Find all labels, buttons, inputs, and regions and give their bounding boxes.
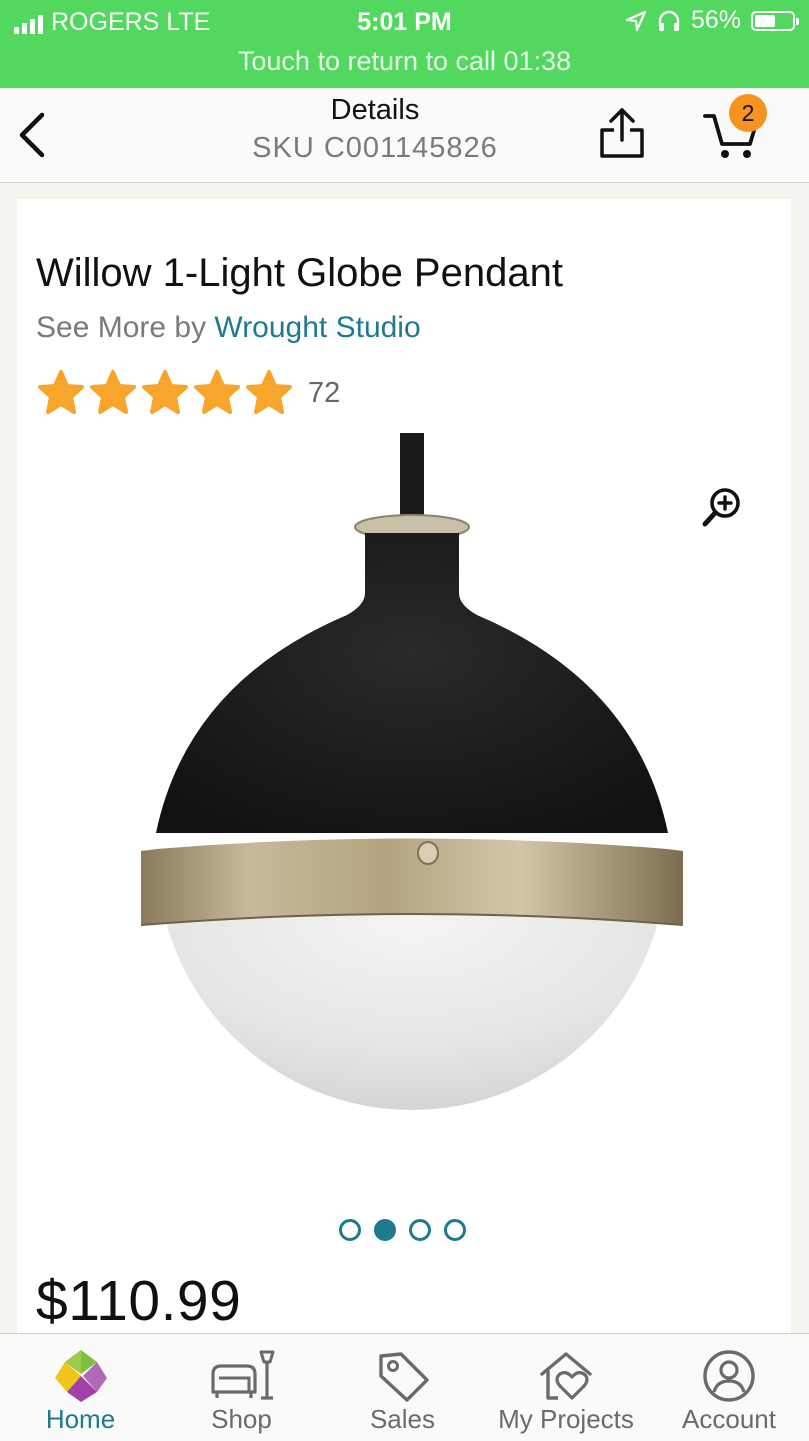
rating-stars[interactable]: 72 [36, 369, 340, 417]
battery-percent: 56% [690, 6, 741, 34]
account-icon [703, 1350, 755, 1402]
carousel-dot[interactable] [444, 1219, 466, 1241]
review-count: 72 [308, 376, 341, 409]
house-heart-icon [540, 1352, 592, 1400]
zoom-in-icon [702, 488, 740, 527]
tab-home[interactable]: Home [0, 1334, 161, 1441]
headphones-icon [658, 10, 680, 31]
see-more-line: See More by Wrought Studio [36, 311, 421, 345]
furniture-icon [210, 1350, 274, 1400]
status-bar: ROGERS LTE 5:01 PM 56% Touch to return t… [0, 0, 809, 88]
carousel-dot[interactable] [409, 1219, 431, 1241]
product-image[interactable] [137, 433, 687, 1145]
star-icon [142, 370, 188, 414]
tab-sales-label: Sales [369, 1404, 436, 1434]
share-button[interactable] [594, 106, 650, 162]
star-icon [194, 370, 240, 414]
zoom-in-button[interactable] [701, 487, 741, 529]
navigation-header: Details SKU C001145826 [0, 88, 809, 183]
battery-icon [751, 10, 799, 31]
brand-link[interactable]: Wrought Studio [214, 311, 420, 344]
tab-my-projects[interactable]: My Projects [483, 1334, 649, 1441]
tag-icon [378, 1352, 429, 1402]
carousel-dot[interactable] [339, 1219, 361, 1241]
tab-home-label: Home [45, 1404, 116, 1434]
cart-count-badge: 2 [729, 94, 767, 132]
image-carousel-dots[interactable] [339, 1219, 466, 1241]
see-more-prefix: See More by [36, 311, 215, 344]
home-logo-icon [54, 1350, 107, 1402]
star-icon [90, 370, 136, 414]
product-card: Willow 1-Light Globe Pendant See More by… [17, 199, 791, 1334]
return-to-call-banner[interactable]: Touch to return to call 01:38 [0, 46, 809, 77]
tab-sales[interactable]: Sales [322, 1334, 483, 1441]
product-title: Willow 1-Light Globe Pendant [36, 251, 563, 295]
tab-my-projects-label: My Projects [498, 1404, 634, 1434]
bottom-tab-bar: Home Shop Sales My Projects Account [0, 1333, 809, 1441]
star-icon [38, 370, 84, 414]
tab-shop-label: Shop [211, 1404, 272, 1434]
star-icon [246, 370, 292, 414]
carousel-dot[interactable] [374, 1219, 396, 1241]
location-icon [625, 10, 647, 31]
tab-account[interactable]: Account [649, 1334, 809, 1441]
share-icon [600, 108, 644, 158]
tab-shop[interactable]: Shop [161, 1334, 322, 1441]
product-price: $110.99 [36, 1269, 242, 1333]
tab-account-label: Account [682, 1404, 776, 1434]
